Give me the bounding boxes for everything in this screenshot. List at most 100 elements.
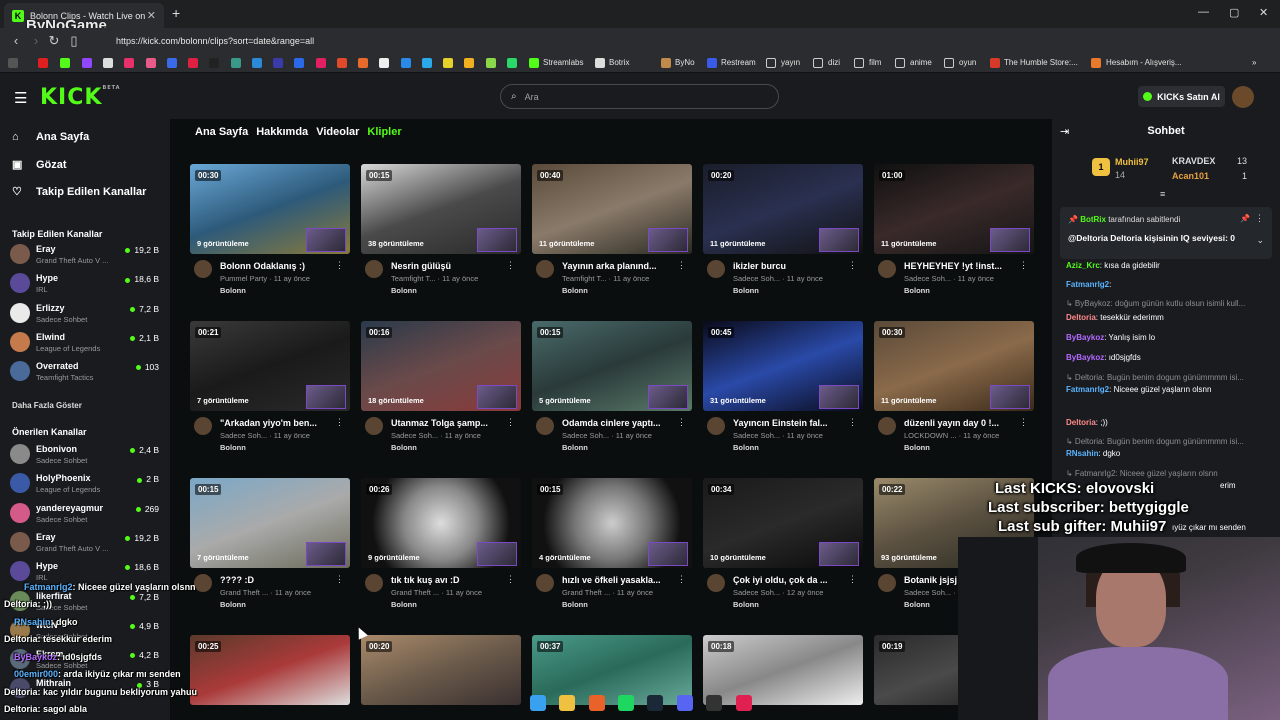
- file-explorer-icon[interactable]: [559, 695, 575, 711]
- clip-author[interactable]: Bolonn: [562, 286, 588, 295]
- byno-icon[interactable]: [661, 58, 671, 68]
- user-avatar[interactable]: [1232, 86, 1254, 108]
- chat-username[interactable]: RNsahin: [1066, 449, 1098, 458]
- avatar[interactable]: [707, 417, 725, 435]
- bookmark-byno[interactable]: ByNo: [675, 58, 695, 67]
- bookmark-icon[interactable]: [252, 58, 262, 68]
- avatar[interactable]: [194, 417, 212, 435]
- clip-thumbnail[interactable]: 00:15 38 görüntüleme: [361, 164, 521, 254]
- more-options-icon[interactable]: ⋮: [677, 574, 686, 585]
- close-window-button[interactable]: ✕: [1259, 6, 1268, 19]
- more-options-icon[interactable]: ⋮: [677, 417, 686, 428]
- steam-icon[interactable]: [647, 695, 663, 711]
- clip-card[interactable]: 00:40 11 görüntüleme Yayının arka planınd.…: [532, 164, 692, 304]
- avatar[interactable]: [365, 574, 383, 592]
- search-input[interactable]: ⌕ Ara: [500, 84, 779, 109]
- forward-icon[interactable]: ›: [26, 33, 46, 48]
- clip-card[interactable]: 00:15 4 görüntüleme hızlı ve öfkeli yasakl…: [532, 478, 692, 618]
- clip-author[interactable]: Bolonn: [220, 286, 246, 295]
- clip-author[interactable]: Bolonn: [904, 443, 930, 452]
- sidebar-channel[interactable]: Eray Grand Theft Auto V ... 19,2 B: [10, 241, 165, 267]
- sidebar-item-browse[interactable]: ▣ Gözat: [12, 158, 67, 172]
- chat-username[interactable]: ByBaykoz: [1066, 333, 1104, 342]
- clip-card[interactable]: 01:00 11 görüntüleme HEYHEYHEY !yt !inst..…: [874, 164, 1034, 304]
- bookmark-icon[interactable]: [401, 58, 411, 68]
- clip-author[interactable]: Bolonn: [562, 600, 588, 609]
- bookmark-restream[interactable]: Restream: [721, 58, 756, 67]
- bookmark-icon[interactable]: [337, 58, 347, 68]
- clip-title[interactable]: tık tık kuş avı :D: [391, 575, 506, 585]
- sidebar-channel[interactable]: Eray Grand Theft Auto V ... 19,2 B: [10, 529, 165, 555]
- tiktok-icon[interactable]: [209, 58, 219, 68]
- tab-home[interactable]: Ana Sayfa: [195, 126, 248, 138]
- clip-card[interactable]: 00:25: [190, 635, 350, 705]
- clip-title[interactable]: düzenli yayın day 0 !...: [904, 418, 1019, 428]
- clip-author[interactable]: Bolonn: [733, 443, 759, 452]
- folder-icon[interactable]: [944, 58, 954, 68]
- kick-taskbar-icon[interactable]: [736, 695, 752, 711]
- clip-title[interactable]: ikizler burcu: [733, 261, 848, 271]
- bookmark-icon[interactable]: [316, 58, 326, 68]
- avatar[interactable]: [194, 260, 212, 278]
- clip-author[interactable]: Bolonn: [220, 443, 246, 452]
- avatar[interactable]: [536, 574, 554, 592]
- bookmark-folder-dizi[interactable]: dizi: [828, 58, 840, 67]
- clip-thumbnail[interactable]: 00:20: [361, 635, 521, 705]
- clip-card[interactable]: 00:30 9 görüntüleme Bolonn Odaklanış :) ⋮ Pu…: [190, 164, 350, 304]
- clip-title[interactable]: Bolonn Odaklanış :): [220, 261, 335, 271]
- spotify-icon[interactable]: [618, 695, 634, 711]
- clip-thumbnail[interactable]: 00:30 11 görüntüleme: [874, 321, 1034, 411]
- clip-title[interactable]: ???? :D: [220, 575, 335, 585]
- clip-title[interactable]: "Arkadan yiyo'm ben...: [220, 418, 335, 428]
- clip-thumbnail[interactable]: 00:15 7 görüntüleme: [190, 478, 350, 568]
- sidebar-item-following[interactable]: ♡ Takip Edilen Kanallar: [12, 185, 146, 199]
- more-options-icon[interactable]: ⋮: [335, 260, 344, 271]
- streamlabs-icon[interactable]: [529, 58, 539, 68]
- clip-title[interactable]: Yayıncın Einstein fal...: [733, 418, 848, 428]
- tab-about[interactable]: Hakkımda: [256, 126, 308, 138]
- sidebar-channel[interactable]: Hype IRL 18,6 B: [10, 270, 165, 296]
- kick-logo[interactable]: KICKBETA: [40, 85, 121, 110]
- clip-author[interactable]: Bolonn: [733, 600, 759, 609]
- avatar[interactable]: [365, 260, 383, 278]
- bookmark-folder-yayin[interactable]: yayın: [781, 58, 800, 67]
- clip-card[interactable]: 00:18: [703, 635, 863, 705]
- sidebar-channel[interactable]: Ebonivon Sadece Sohbet 2,4 B: [10, 441, 165, 467]
- buy-kicks-button[interactable]: KICKs Satın Al: [1138, 86, 1225, 107]
- chat-username[interactable]: Fatmanrlg2: [1066, 385, 1109, 394]
- bookmark-folder-film[interactable]: film: [869, 58, 881, 67]
- clip-author[interactable]: Bolonn: [904, 600, 930, 609]
- folder-icon[interactable]: [813, 58, 823, 68]
- clip-card[interactable]: 00:20: [361, 635, 521, 705]
- tab-videos[interactable]: Videolar: [316, 126, 359, 138]
- sidebar-channel[interactable]: yandereyagmur Sadece Sohbet 269: [10, 500, 165, 526]
- tab-close-icon[interactable]: ✕: [147, 9, 156, 22]
- discord-icon[interactable]: [677, 695, 693, 711]
- more-options-icon[interactable]: ⋮: [506, 417, 515, 428]
- gifter-name[interactable]: Acan101: [1172, 171, 1209, 181]
- clip-thumbnail[interactable]: 00:26 9 görüntüleme: [361, 478, 521, 568]
- clip-thumbnail[interactable]: 00:34 10 görüntüleme: [703, 478, 863, 568]
- clip-title[interactable]: Utanmaz Tolga şamp...: [391, 418, 506, 428]
- gifter-name[interactable]: KRAVDEX: [1172, 156, 1215, 166]
- facebook-icon[interactable]: [167, 58, 177, 68]
- clip-title[interactable]: hızlı ve öfkeli yasakla...: [562, 575, 677, 585]
- clip-card[interactable]: 00:15 5 görüntüleme Odamda cinlere yaptı..…: [532, 321, 692, 461]
- folder-icon[interactable]: [895, 58, 905, 68]
- minimize-button[interactable]: —: [1198, 6, 1209, 18]
- expand-leaderboard-icon[interactable]: ≡: [1160, 189, 1165, 199]
- bookmark-icon[interactable]: [464, 58, 474, 68]
- clip-author[interactable]: Bolonn: [562, 443, 588, 452]
- folder-icon[interactable]: [766, 58, 776, 68]
- more-options-icon[interactable]: ⋮: [848, 574, 857, 585]
- chat-username[interactable]: Fatmanrlg2: [1066, 280, 1109, 289]
- more-options-icon[interactable]: ⋮: [1019, 417, 1028, 428]
- chat-username[interactable]: Deltoria: [1066, 418, 1096, 427]
- botrix-icon[interactable]: [595, 58, 605, 68]
- clip-card[interactable]: 00:26 9 görüntüleme tık tık kuş avı :D ⋮ Gra…: [361, 478, 521, 618]
- reload-icon[interactable]: ↻: [44, 33, 64, 49]
- more-bookmarks-icon[interactable]: »: [1252, 58, 1256, 67]
- clip-thumbnail[interactable]: 00:15 5 görüntüleme: [532, 321, 692, 411]
- unpin-icon[interactable]: 📌: [1240, 214, 1250, 223]
- sidebar-channel[interactable]: Erlizzy Sadece Sohbet 7,2 B: [10, 300, 165, 326]
